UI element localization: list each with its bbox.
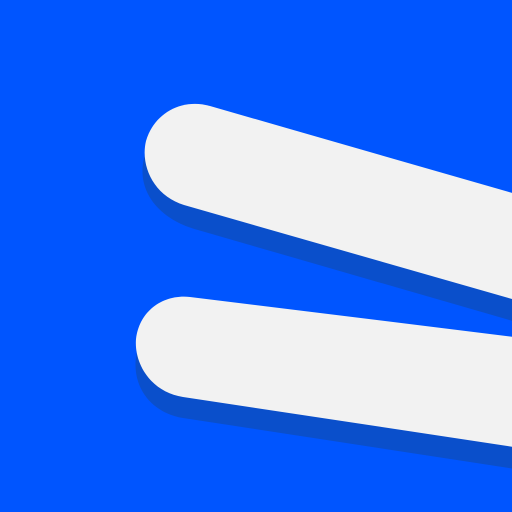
two-stroke-logo-icon [0, 0, 512, 512]
app-icon-canvas [0, 0, 512, 512]
